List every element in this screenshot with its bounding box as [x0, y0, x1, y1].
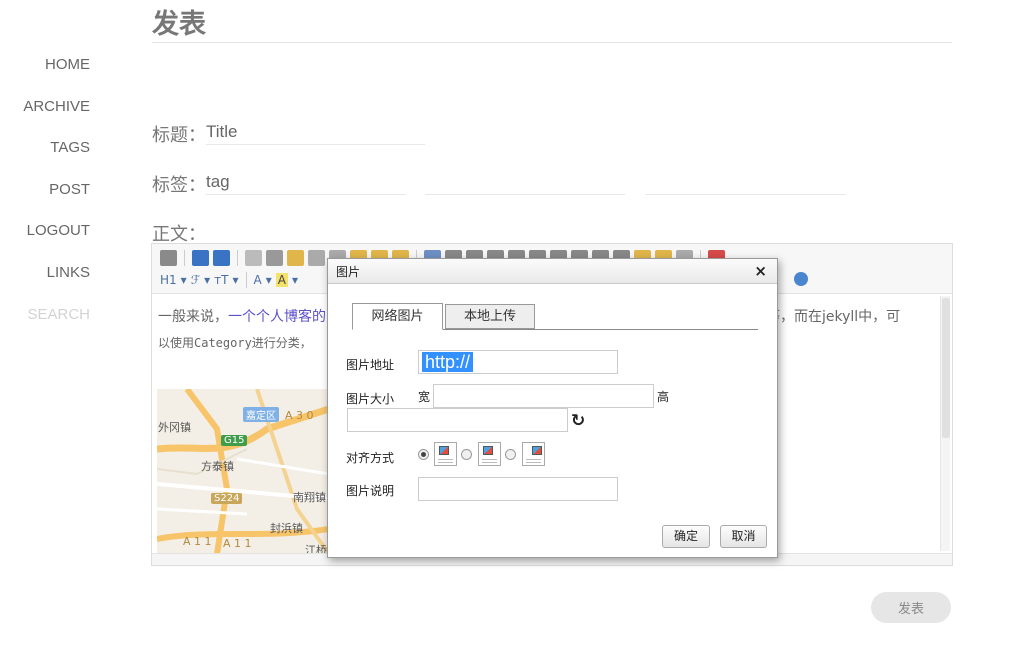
map-road-label: A 1 1 [183, 535, 212, 548]
dialog-header[interactable]: 图片 × [328, 259, 777, 284]
tab-local-upload[interactable]: 本地上传 [445, 304, 535, 329]
tags-label: 标签： [152, 175, 206, 196]
align-right-radio[interactable] [505, 449, 516, 460]
map-image[interactable]: 外冈镇 嘉定区 方泰镇 南翔镇 封浜镇 江桥 G15 S224 A 3 0 A … [157, 389, 329, 554]
image-inline-icon[interactable] [434, 442, 457, 466]
chevron-down-icon: ▾ [180, 273, 187, 287]
nav-search[interactable]: SEARCH [0, 294, 90, 336]
toolbar-separator [237, 250, 238, 266]
map-road-badge: G15 [221, 435, 248, 446]
font-color-button[interactable]: A [254, 273, 262, 287]
source-icon[interactable] [160, 250, 177, 266]
scroll-thumb[interactable] [942, 298, 950, 438]
nav-tags[interactable]: TAGS [0, 127, 90, 169]
align-label: 对齐方式 [346, 451, 395, 465]
editor-scrollbar[interactable] [940, 296, 950, 551]
nav-archive[interactable]: ARCHIVE [0, 86, 90, 128]
align-left-radio[interactable] [461, 449, 472, 460]
cut-icon[interactable] [308, 250, 325, 266]
chevron-down-icon: ▾ [265, 273, 272, 287]
map-place-label: 外冈镇 [158, 421, 191, 434]
tag-input-2[interactable] [425, 171, 625, 195]
map-place-label: 方泰镇 [201, 460, 234, 473]
content-text: 一般来说， [158, 309, 228, 325]
font-size-dropdown[interactable]: тT [214, 273, 228, 287]
height-label: 高 [657, 390, 670, 404]
map-road-badge: S224 [211, 493, 243, 504]
publish-button[interactable]: 发表 [871, 592, 951, 623]
description-input[interactable] [418, 477, 618, 501]
title-input[interactable]: Title [206, 121, 425, 145]
print-icon[interactable] [266, 250, 283, 266]
nav-logout[interactable]: LOGOUT [0, 210, 90, 252]
close-icon[interactable]: × [754, 262, 767, 280]
heading-dropdown[interactable]: H1 [160, 273, 177, 287]
url-label: 图片地址 [346, 358, 395, 372]
height-input[interactable] [347, 408, 568, 432]
description-label: 图片说明 [346, 484, 395, 498]
dialog-tabs: 网络图片 本地上传 [352, 303, 758, 330]
redo-icon[interactable] [213, 250, 230, 266]
tab-network-image[interactable]: 网络图片 [352, 303, 443, 330]
ok-button[interactable]: 确定 [662, 525, 710, 548]
content-link[interactable]: 一个个人博客的 [228, 309, 326, 325]
toolbar-row-2: H1 ▾ ℱ ▾ тT ▾ A ▾ A ▾ [160, 270, 298, 290]
undo-icon[interactable] [192, 250, 209, 266]
map-place-label: 封浜镇 [270, 522, 303, 535]
align-none-radio[interactable] [418, 449, 429, 460]
width-input[interactable] [433, 384, 654, 408]
page-title: 发表 [152, 9, 206, 40]
chevron-down-icon: ▾ [232, 273, 239, 287]
tag-input-3[interactable] [645, 171, 846, 195]
width-label: 宽 [418, 390, 431, 404]
cancel-button[interactable]: 取消 [720, 525, 767, 548]
nav-post[interactable]: POST [0, 169, 90, 211]
help-icon[interactable] [794, 272, 808, 286]
size-label: 图片大小 [346, 392, 395, 406]
preview-icon[interactable] [245, 250, 262, 266]
map-place-label: 南翔镇 [293, 491, 326, 504]
back-color-button[interactable]: A [275, 273, 288, 287]
image-dialog: 图片 × 网络图片 本地上传 图片地址 http:// 图片大小 宽 高 ↻ 对… [327, 258, 778, 558]
content-text: 以使用Category进行分类， [158, 336, 312, 350]
nav-links[interactable]: LINKS [0, 252, 90, 294]
tag-input-1[interactable]: tag [206, 171, 406, 195]
url-value: http:// [422, 352, 474, 372]
refresh-icon[interactable]: ↻ [571, 411, 585, 431]
map-district-badge: 嘉定区 [243, 407, 279, 422]
image-float-left-icon[interactable] [478, 442, 501, 466]
url-input[interactable]: http:// [418, 350, 618, 374]
toolbar-separator [245, 272, 247, 288]
side-nav: HOME ARCHIVE TAGS POST LOGOUT LINKS SEAR… [0, 44, 90, 335]
title-label: 标题： [152, 125, 206, 146]
image-float-right-icon[interactable] [522, 442, 545, 466]
chevron-down-icon: ▾ [204, 273, 211, 287]
font-family-dropdown[interactable]: ℱ [191, 273, 200, 287]
map-road-label: A 3 0 [285, 409, 314, 422]
dialog-title: 图片 [336, 265, 361, 279]
title-divider [152, 42, 952, 43]
chevron-down-icon: ▾ [292, 273, 299, 287]
map-road-label: A 1 1 [223, 537, 252, 550]
toolbar-separator [184, 250, 185, 266]
nav-home[interactable]: HOME [0, 44, 90, 86]
template-icon[interactable] [287, 250, 304, 266]
